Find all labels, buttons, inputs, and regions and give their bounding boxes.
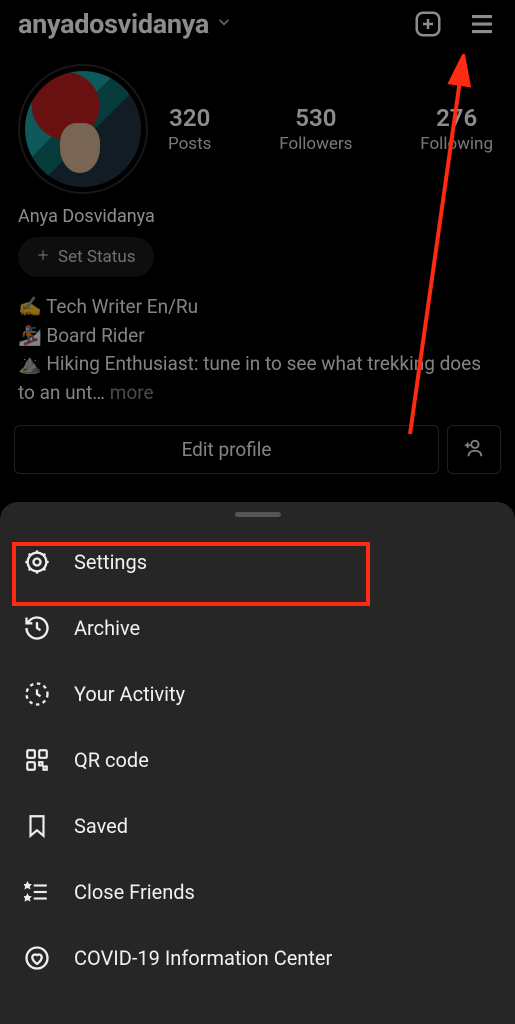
stat-posts[interactable]: 320 Posts [168, 104, 211, 154]
add-person-icon [463, 437, 485, 463]
qr-code-icon [22, 745, 52, 775]
bio-more-link[interactable]: more [105, 381, 154, 404]
posts-count: 320 [168, 104, 211, 132]
username-text: anyadosvidanya [18, 8, 209, 40]
stat-following[interactable]: 276 Following [420, 104, 493, 154]
posts-label: Posts [168, 134, 211, 154]
following-count: 276 [420, 104, 493, 132]
menu-item-covid[interactable]: COVID-19 Information Center [0, 925, 515, 991]
bio-line-2: 🏂 Board Rider [18, 322, 497, 351]
edit-profile-button[interactable]: Edit profile [14, 425, 439, 474]
followers-count: 530 [279, 104, 352, 132]
menu-item-close-friends[interactable]: Close Friends [0, 859, 515, 925]
discover-people-button[interactable] [447, 425, 501, 474]
bookmark-icon [22, 811, 52, 841]
bio-line-3: ⛰️ Hiking Enthusiast: tune in to see wha… [18, 352, 481, 404]
menu-label-covid: COVID-19 Information Center [74, 946, 332, 970]
avatar-container[interactable] [18, 64, 148, 194]
menu-label-activity: Your Activity [74, 682, 185, 706]
menu-item-settings[interactable]: Settings [0, 529, 515, 595]
profile-header: anyadosvidanya [0, 0, 515, 46]
menu-item-qr-code[interactable]: QR code [0, 727, 515, 793]
bio: ✍️ Tech Writer En/Ru 🏂 Board Rider ⛰️ Hi… [0, 277, 515, 407]
set-status-label: Set Status [58, 247, 136, 267]
menu-label-settings: Settings [74, 550, 147, 574]
stat-followers[interactable]: 530 Followers [279, 104, 352, 154]
chevron-down-icon [215, 13, 233, 35]
hamburger-menu-icon[interactable] [467, 9, 497, 39]
archive-clock-icon [22, 613, 52, 643]
menu-label-saved: Saved [74, 814, 128, 838]
username-dropdown[interactable]: anyadosvidanya [18, 8, 233, 40]
menu-label-close-friends: Close Friends [74, 880, 195, 904]
avatar [25, 71, 141, 187]
menu-label-qr: QR code [74, 748, 149, 772]
followers-label: Followers [279, 134, 352, 154]
bottom-sheet-menu: Settings Archive Your Activity QR code S… [0, 502, 515, 1024]
close-friends-icon [22, 877, 52, 907]
bio-line-1: ✍️ Tech Writer En/Ru [18, 293, 497, 322]
profile-stats-row: 320 Posts 530 Followers 276 Following [0, 46, 515, 198]
create-post-icon[interactable] [413, 9, 443, 39]
menu-item-archive[interactable]: Archive [0, 595, 515, 661]
plus-icon [36, 247, 50, 267]
activity-clock-icon [22, 679, 52, 709]
menu-item-saved[interactable]: Saved [0, 793, 515, 859]
set-status-button[interactable]: Set Status [18, 237, 154, 277]
menu-label-archive: Archive [74, 616, 140, 640]
gear-icon [22, 547, 52, 577]
following-label: Following [420, 134, 493, 154]
menu-item-your-activity[interactable]: Your Activity [0, 661, 515, 727]
heart-info-icon [22, 943, 52, 973]
sheet-drag-handle[interactable] [235, 512, 281, 517]
display-name: Anya Dosvidanya [0, 198, 515, 237]
